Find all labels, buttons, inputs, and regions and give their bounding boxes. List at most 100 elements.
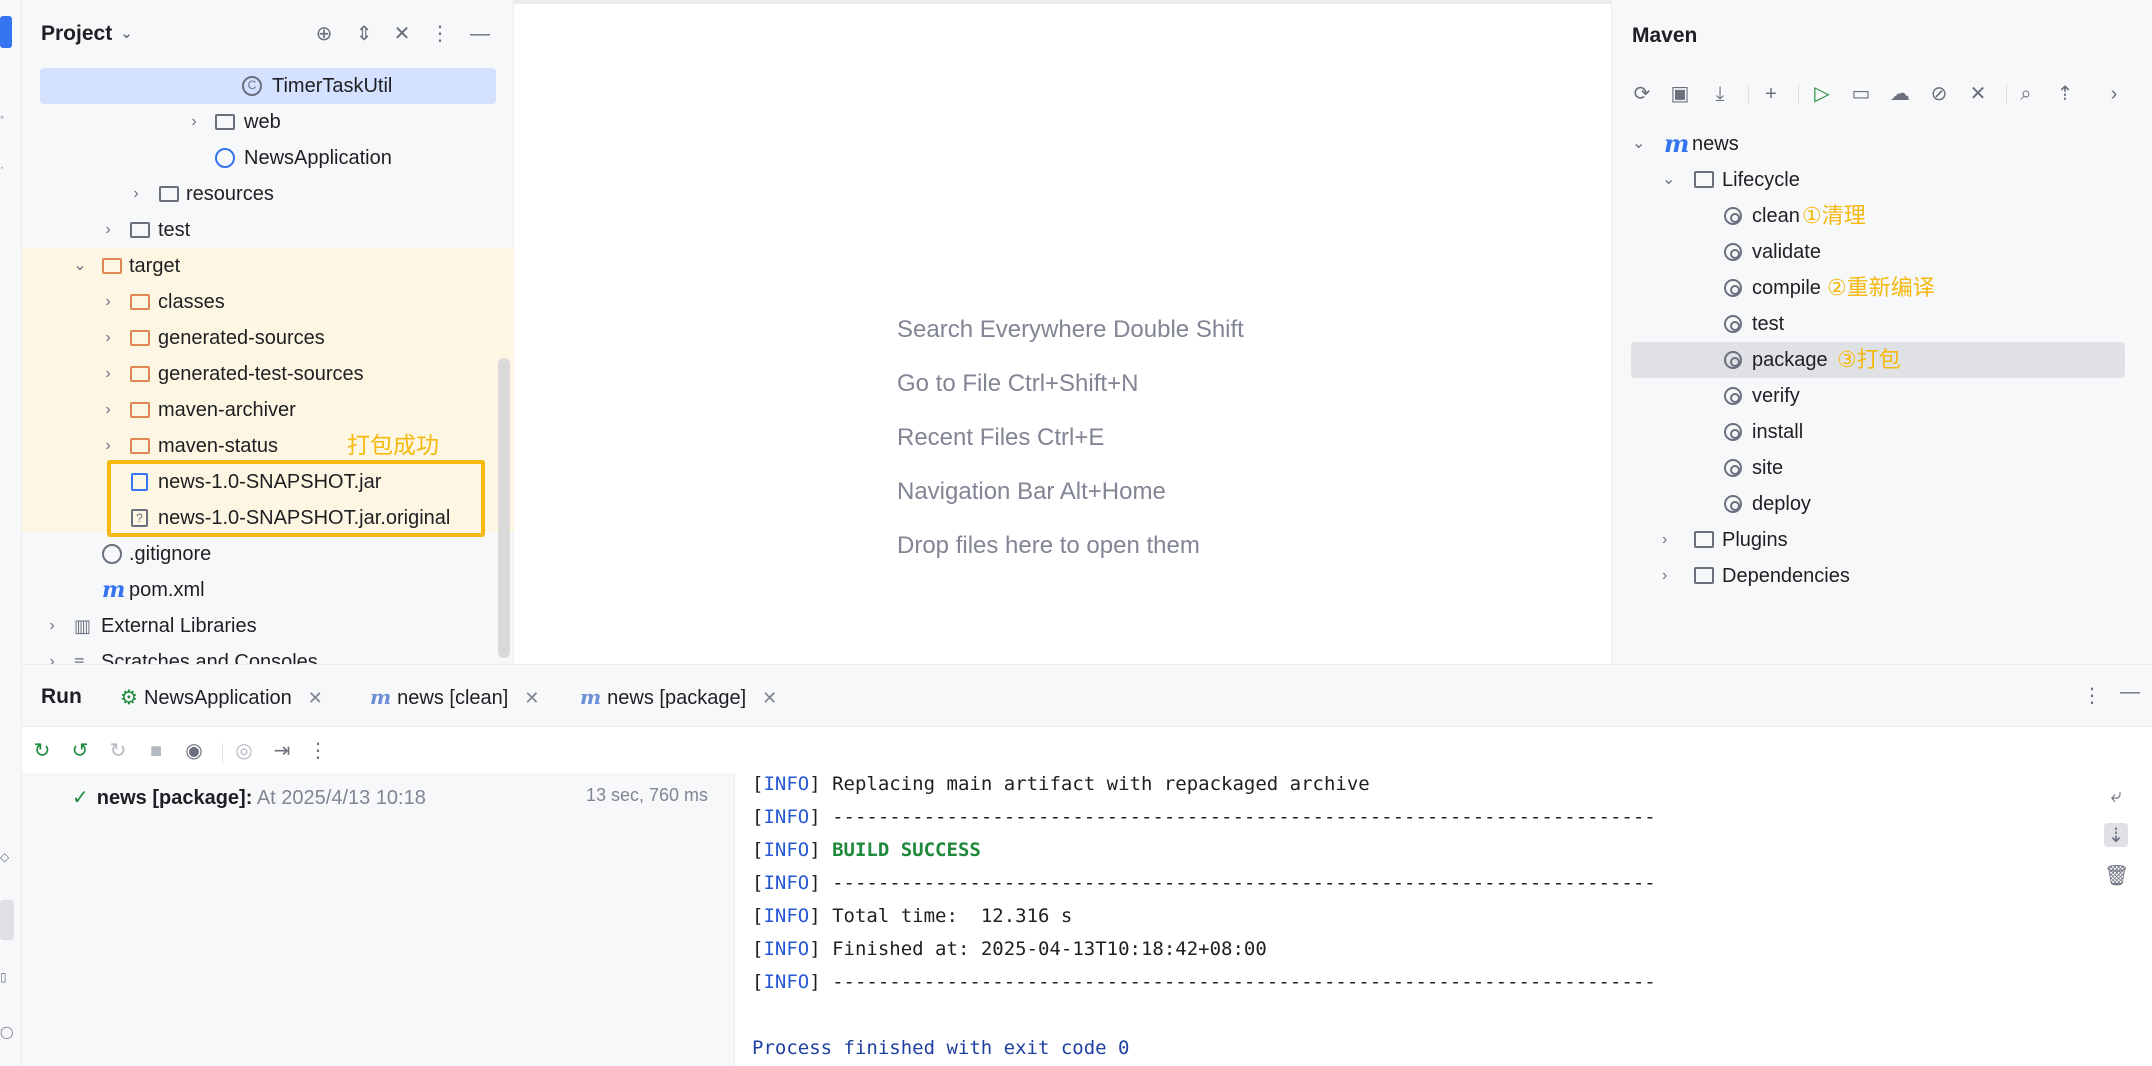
maven-goal-clean[interactable]: clean ①清理 bbox=[1612, 198, 2152, 234]
chevron-right-icon[interactable]: › bbox=[126, 176, 146, 212]
soft-wrap-icon[interactable]: ⤶ bbox=[2104, 785, 2128, 809]
tab-newsapplication[interactable]: ⚙ NewsApplication ✕ bbox=[120, 685, 323, 710]
log-text: Finished at: 2025-04-13T10:18:42+08:00 bbox=[832, 938, 1267, 960]
stop-icon[interactable]: ■ bbox=[144, 739, 168, 763]
tree-item-test[interactable]: › test bbox=[22, 212, 513, 248]
structure-tool-icon[interactable]: · bbox=[0, 160, 14, 174]
rerun-automatically-icon[interactable]: ↻ bbox=[106, 739, 130, 763]
services-tool-icon[interactable]: ◇ bbox=[0, 850, 14, 864]
chevron-right-icon[interactable]: › bbox=[42, 644, 62, 664]
gear-icon bbox=[1724, 351, 1742, 369]
collapse-all-icon[interactable]: ✕ bbox=[1964, 80, 1992, 108]
run-icon[interactable]: ▷ bbox=[1808, 80, 1836, 108]
hide-panel-icon[interactable]: — bbox=[468, 22, 492, 46]
tree-item-generated-sources[interactable]: › generated-sources bbox=[22, 320, 513, 356]
tree-item-external-libraries[interactable]: › ▥ External Libraries bbox=[22, 608, 513, 644]
maven-project-news[interactable]: ⌄ m news bbox=[1612, 126, 2152, 162]
options-menu-icon[interactable]: ⋮ bbox=[428, 22, 452, 46]
chevron-down-icon[interactable]: ⌄ bbox=[1632, 126, 1645, 162]
chevron-right-icon[interactable]: › bbox=[98, 284, 118, 320]
tree-item-scratches[interactable]: › ≡ Scratches and Consoles bbox=[22, 644, 513, 664]
rerun-failed-icon[interactable]: ↺ bbox=[68, 739, 92, 763]
run-tool-button[interactable] bbox=[0, 900, 14, 940]
collapse-all-icon[interactable]: ✕ bbox=[390, 22, 414, 46]
maven-goal-test[interactable]: test bbox=[1612, 306, 2152, 342]
show-diagram-icon[interactable]: ⇡ bbox=[2051, 80, 2079, 108]
chevron-down-icon[interactable]: ⌄ bbox=[1662, 162, 1675, 198]
offline-mode-icon[interactable]: ☁ bbox=[1886, 80, 1914, 108]
tree-item-web[interactable]: › web bbox=[22, 104, 513, 140]
tree-item-target[interactable]: ⌄ target bbox=[22, 248, 513, 284]
goal-label: test bbox=[1752, 313, 1785, 335]
analyze-dependencies-icon[interactable]: ⌕ bbox=[2012, 80, 2040, 108]
commit-tool-icon[interactable]: ◦ bbox=[0, 110, 14, 124]
chevron-right-icon[interactable]: › bbox=[1662, 558, 1667, 594]
tree-item-classes[interactable]: › classes bbox=[22, 284, 513, 320]
project-tool-button[interactable] bbox=[0, 16, 12, 48]
chevron-right-icon[interactable]: › bbox=[42, 608, 62, 644]
download-icon[interactable]: ⤓ bbox=[1706, 80, 1734, 108]
problems-tool-icon[interactable]: ◯ bbox=[0, 1025, 14, 1039]
close-icon[interactable]: ✕ bbox=[308, 688, 323, 708]
tree-item-maven-archiver[interactable]: › maven-archiver bbox=[22, 392, 513, 428]
chevron-right-icon[interactable]: › bbox=[1662, 522, 1667, 558]
chevron-right-icon[interactable]: › bbox=[98, 392, 118, 428]
maven-goal-compile[interactable]: compile ②重新编译 bbox=[1612, 270, 2152, 306]
execute-goal-icon[interactable]: ▭ bbox=[1847, 80, 1875, 108]
chevron-right-icon[interactable]: › bbox=[98, 428, 118, 464]
export-icon[interactable]: ⇥ bbox=[270, 739, 294, 763]
terminal-tool-icon[interactable]: ▯ bbox=[0, 970, 14, 984]
console-output[interactable]: [INFO] Replacing main artifact with repa… bbox=[736, 773, 2072, 1066]
project-panel-title[interactable]: Project ⌄ bbox=[41, 22, 133, 46]
maven-goal-validate[interactable]: validate bbox=[1612, 234, 2152, 270]
tree-item-timertaskutil[interactable]: C TimerTaskUtil bbox=[22, 68, 513, 104]
close-icon[interactable]: ✕ bbox=[762, 688, 777, 708]
show-hide-icon[interactable]: ◉ bbox=[182, 739, 206, 763]
maven-goal-package[interactable]: package ③打包 bbox=[1612, 342, 2152, 378]
maven-goal-verify[interactable]: verify bbox=[1612, 378, 2152, 414]
maven-dependencies[interactable]: › Dependencies bbox=[1612, 558, 2152, 594]
chevron-right-icon[interactable]: › bbox=[98, 212, 118, 248]
maven-lifecycle[interactable]: ⌄ Lifecycle bbox=[1612, 162, 2152, 198]
expand-all-icon[interactable]: ⇕ bbox=[352, 22, 376, 46]
log-level: INFO bbox=[763, 905, 810, 927]
maven-plugins[interactable]: › Plugins bbox=[1612, 522, 2152, 558]
chevron-right-icon[interactable]: › bbox=[2100, 80, 2128, 108]
project-scrollbar[interactable] bbox=[498, 358, 510, 658]
chevron-right-icon[interactable]: › bbox=[98, 356, 118, 392]
excluded-folder-icon bbox=[130, 329, 150, 347]
goal-annotation: ③打包 bbox=[1837, 347, 1901, 372]
more-icon[interactable]: ⋮ bbox=[306, 739, 330, 763]
chevron-down-icon[interactable]: ⌄ bbox=[70, 248, 90, 284]
tree-item-generated-test-sources[interactable]: › generated-test-sources bbox=[22, 356, 513, 392]
close-icon[interactable]: ✕ bbox=[524, 688, 539, 708]
maven-goal-install[interactable]: install bbox=[1612, 414, 2152, 450]
console-line: [INFO] BUILD SUCCESS bbox=[752, 839, 981, 861]
maven-goal-site[interactable]: site bbox=[1612, 450, 2152, 486]
locate-icon[interactable]: ⊕ bbox=[312, 22, 336, 46]
add-icon[interactable]: + bbox=[1757, 80, 1785, 108]
hide-panel-icon[interactable]: — bbox=[2120, 681, 2140, 704]
tree-item-maven-status[interactable]: › maven-status bbox=[22, 428, 513, 464]
editor-area[interactable]: Search Everywhere Double Shift Go to Fil… bbox=[514, 0, 1611, 664]
clear-all-icon[interactable]: 🗑 bbox=[2104, 863, 2129, 887]
skip-tests-icon[interactable]: ⊘ bbox=[1925, 80, 1953, 108]
rerun-icon[interactable]: ↻ bbox=[30, 739, 54, 763]
camera-icon[interactable]: ◎ bbox=[232, 739, 256, 763]
tree-item-newsapplication[interactable]: NewsApplication bbox=[22, 140, 513, 176]
maven-goal-deploy[interactable]: deploy bbox=[1612, 486, 2152, 522]
tab-news-package[interactable]: m news [package] ✕ bbox=[561, 685, 796, 730]
generate-sources-icon[interactable]: ▣ bbox=[1666, 80, 1694, 108]
options-menu-icon[interactable]: ⋮ bbox=[2082, 683, 2102, 708]
reload-icon[interactable]: ⟳ bbox=[1628, 80, 1656, 108]
tab-news-clean[interactable]: m news [clean] ✕ bbox=[370, 685, 539, 710]
goal-label: install bbox=[1752, 421, 1804, 443]
tree-item-pom[interactable]: m pom.xml bbox=[22, 572, 513, 608]
run-item-news-package[interactable]: ✓ news [package]: At 2025/4/13 10:18 bbox=[72, 785, 426, 810]
dependencies-label: Dependencies bbox=[1722, 565, 1850, 587]
scroll-to-end-icon[interactable]: ⇣ bbox=[2104, 823, 2128, 847]
chevron-right-icon[interactable]: › bbox=[184, 104, 204, 140]
tree-item-gitignore[interactable]: .gitignore bbox=[22, 536, 513, 572]
tree-item-resources[interactable]: › resources bbox=[22, 176, 513, 212]
chevron-right-icon[interactable]: › bbox=[98, 320, 118, 356]
